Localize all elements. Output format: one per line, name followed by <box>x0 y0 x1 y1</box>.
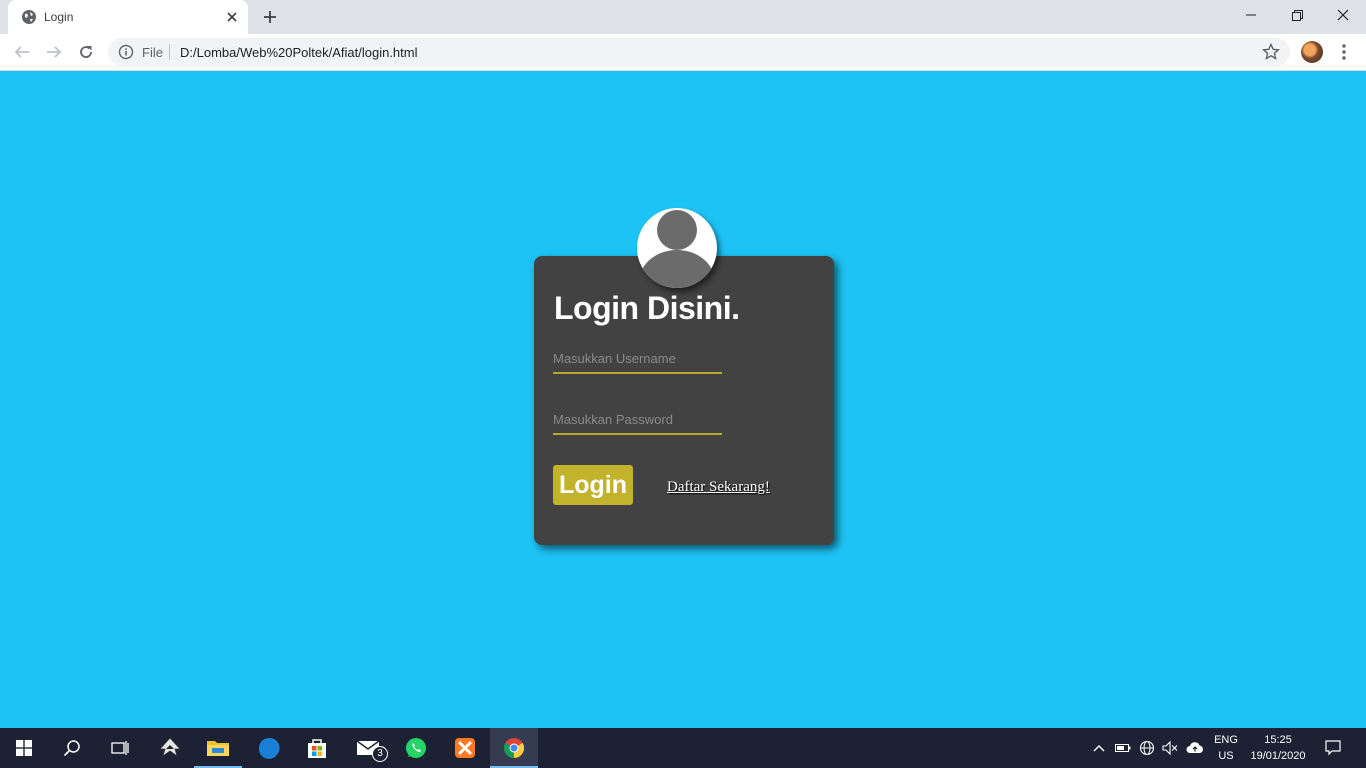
search-icon[interactable] <box>48 728 96 768</box>
volume-muted-icon[interactable] <box>1160 738 1180 758</box>
browser-tab[interactable]: Login <box>8 0 248 34</box>
kebab-menu-icon[interactable] <box>1334 41 1354 63</box>
edge-icon[interactable] <box>245 728 293 768</box>
battery-icon[interactable] <box>1113 738 1133 758</box>
reload-icon[interactable] <box>74 40 98 64</box>
system-clock[interactable]: 15:25 19/01/2020 <box>1246 732 1310 764</box>
chevron-up-icon[interactable] <box>1089 738 1109 758</box>
language-indicator[interactable]: ENG US <box>1213 732 1239 764</box>
mail-badge: 3 <box>372 746 388 762</box>
plus-icon[interactable] <box>258 6 282 28</box>
page-viewport: Login Disini. Login Daftar Sekarang! <box>0 71 1366 728</box>
keyboard-layout: US <box>1218 750 1234 762</box>
whatsapp-icon[interactable] <box>392 728 440 768</box>
star-icon[interactable] <box>1262 43 1280 61</box>
tab-title: Login <box>44 10 74 24</box>
password-input[interactable] <box>553 405 722 435</box>
taskbar: ENG US 15:25 19/01/2020 <box>0 728 1366 768</box>
clock-time: 15:25 <box>1264 734 1292 746</box>
browser-toolbar: File D:/Lomba/Web%20Poltek/Afiat/login.h… <box>0 34 1366 71</box>
profile-avatar[interactable] <box>1301 41 1323 63</box>
restore-icon[interactable] <box>1274 0 1320 30</box>
username-input[interactable] <box>553 344 722 374</box>
user-avatar-icon <box>637 208 717 288</box>
browser-tab-strip: Login <box>0 0 1366 34</box>
inkscape-icon[interactable] <box>146 728 194 768</box>
close-tab-icon[interactable] <box>223 8 241 26</box>
globe-icon <box>22 10 36 24</box>
network-globe-icon[interactable] <box>1137 738 1157 758</box>
close-window-icon[interactable] <box>1320 0 1366 30</box>
login-title: Login Disini. <box>554 290 740 326</box>
language-code: ENG <box>1214 734 1238 746</box>
file-explorer-icon[interactable] <box>194 728 242 768</box>
xampp-icon[interactable] <box>441 728 489 768</box>
chrome-icon[interactable] <box>490 728 538 768</box>
register-link[interactable]: Daftar Sekarang! <box>667 479 770 496</box>
scheme-label: File <box>142 45 163 60</box>
info-icon[interactable] <box>118 44 134 60</box>
task-view-icon[interactable] <box>96 728 144 768</box>
windows-start-icon[interactable] <box>0 728 48 768</box>
login-card: Login Disini. Login Daftar Sekarang! <box>534 256 834 545</box>
action-center-icon[interactable] <box>1323 738 1343 758</box>
forward-icon[interactable] <box>42 40 66 64</box>
address-separator <box>169 44 170 60</box>
minimize-icon[interactable] <box>1228 0 1274 30</box>
back-icon[interactable] <box>10 40 34 64</box>
clock-date: 19/01/2020 <box>1250 750 1306 762</box>
cloud-upload-icon[interactable] <box>1185 738 1205 758</box>
address-bar[interactable]: File D:/Lomba/Web%20Poltek/Afiat/login.h… <box>108 38 1290 66</box>
store-icon[interactable] <box>293 728 341 768</box>
url-text[interactable]: D:/Lomba/Web%20Poltek/Afiat/login.html <box>180 45 418 60</box>
login-button[interactable]: Login <box>553 465 633 505</box>
